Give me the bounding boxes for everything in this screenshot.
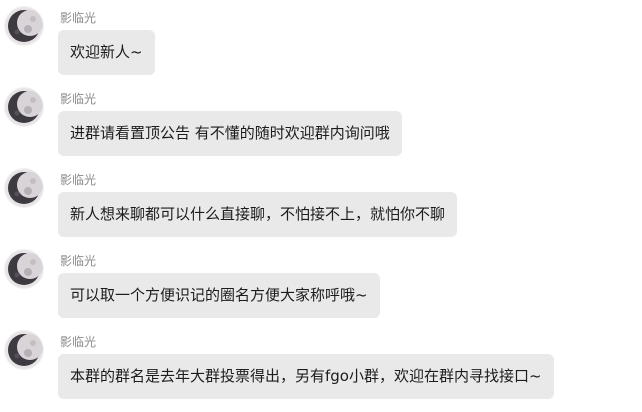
chat-message: 影临光 欢迎新人~ — [0, 0, 642, 80]
chat-message: 影临光 新人想来聊都可以什么直接聊，不怕接不上，就怕你不聊 — [0, 162, 642, 242]
moon-avatar-icon[interactable] — [5, 250, 43, 288]
sender-name: 影临光 — [60, 173, 97, 187]
sender-name: 影临光 — [60, 254, 97, 268]
sender-name: 影临光 — [60, 92, 97, 106]
moon-avatar-icon[interactable] — [5, 169, 43, 207]
message-bubble[interactable]: 可以取一个方便识记的圈名方便大家称呼哦~ — [58, 273, 380, 318]
message-bubble[interactable]: 欢迎新人~ — [58, 30, 155, 75]
moon-avatar-icon[interactable] — [5, 331, 43, 369]
chat-message-list: 影临光 欢迎新人~ 影临光 进群请看置顶公告 有不懂的随时欢迎群内询问哦 影临光… — [0, 0, 642, 412]
moon-avatar-icon[interactable] — [5, 7, 43, 45]
chat-message: 影临光 可以取一个方便识记的圈名方便大家称呼哦~ — [0, 243, 642, 323]
sender-name: 影临光 — [60, 11, 97, 25]
message-bubble[interactable]: 进群请看置顶公告 有不懂的随时欢迎群内询问哦 — [58, 111, 402, 156]
moon-avatar-icon[interactable] — [5, 88, 43, 126]
sender-name: 影临光 — [60, 335, 97, 349]
chat-message: 影临光 本群的群名是去年大群投票得出，另有fgo小群，欢迎在群内寻找接口~ — [0, 324, 642, 404]
chat-message: 影临光 进群请看置顶公告 有不懂的随时欢迎群内询问哦 — [0, 81, 642, 161]
message-bubble[interactable]: 新人想来聊都可以什么直接聊，不怕接不上，就怕你不聊 — [58, 192, 458, 237]
message-bubble[interactable]: 本群的群名是去年大群投票得出，另有fgo小群，欢迎在群内寻找接口~ — [58, 354, 554, 399]
